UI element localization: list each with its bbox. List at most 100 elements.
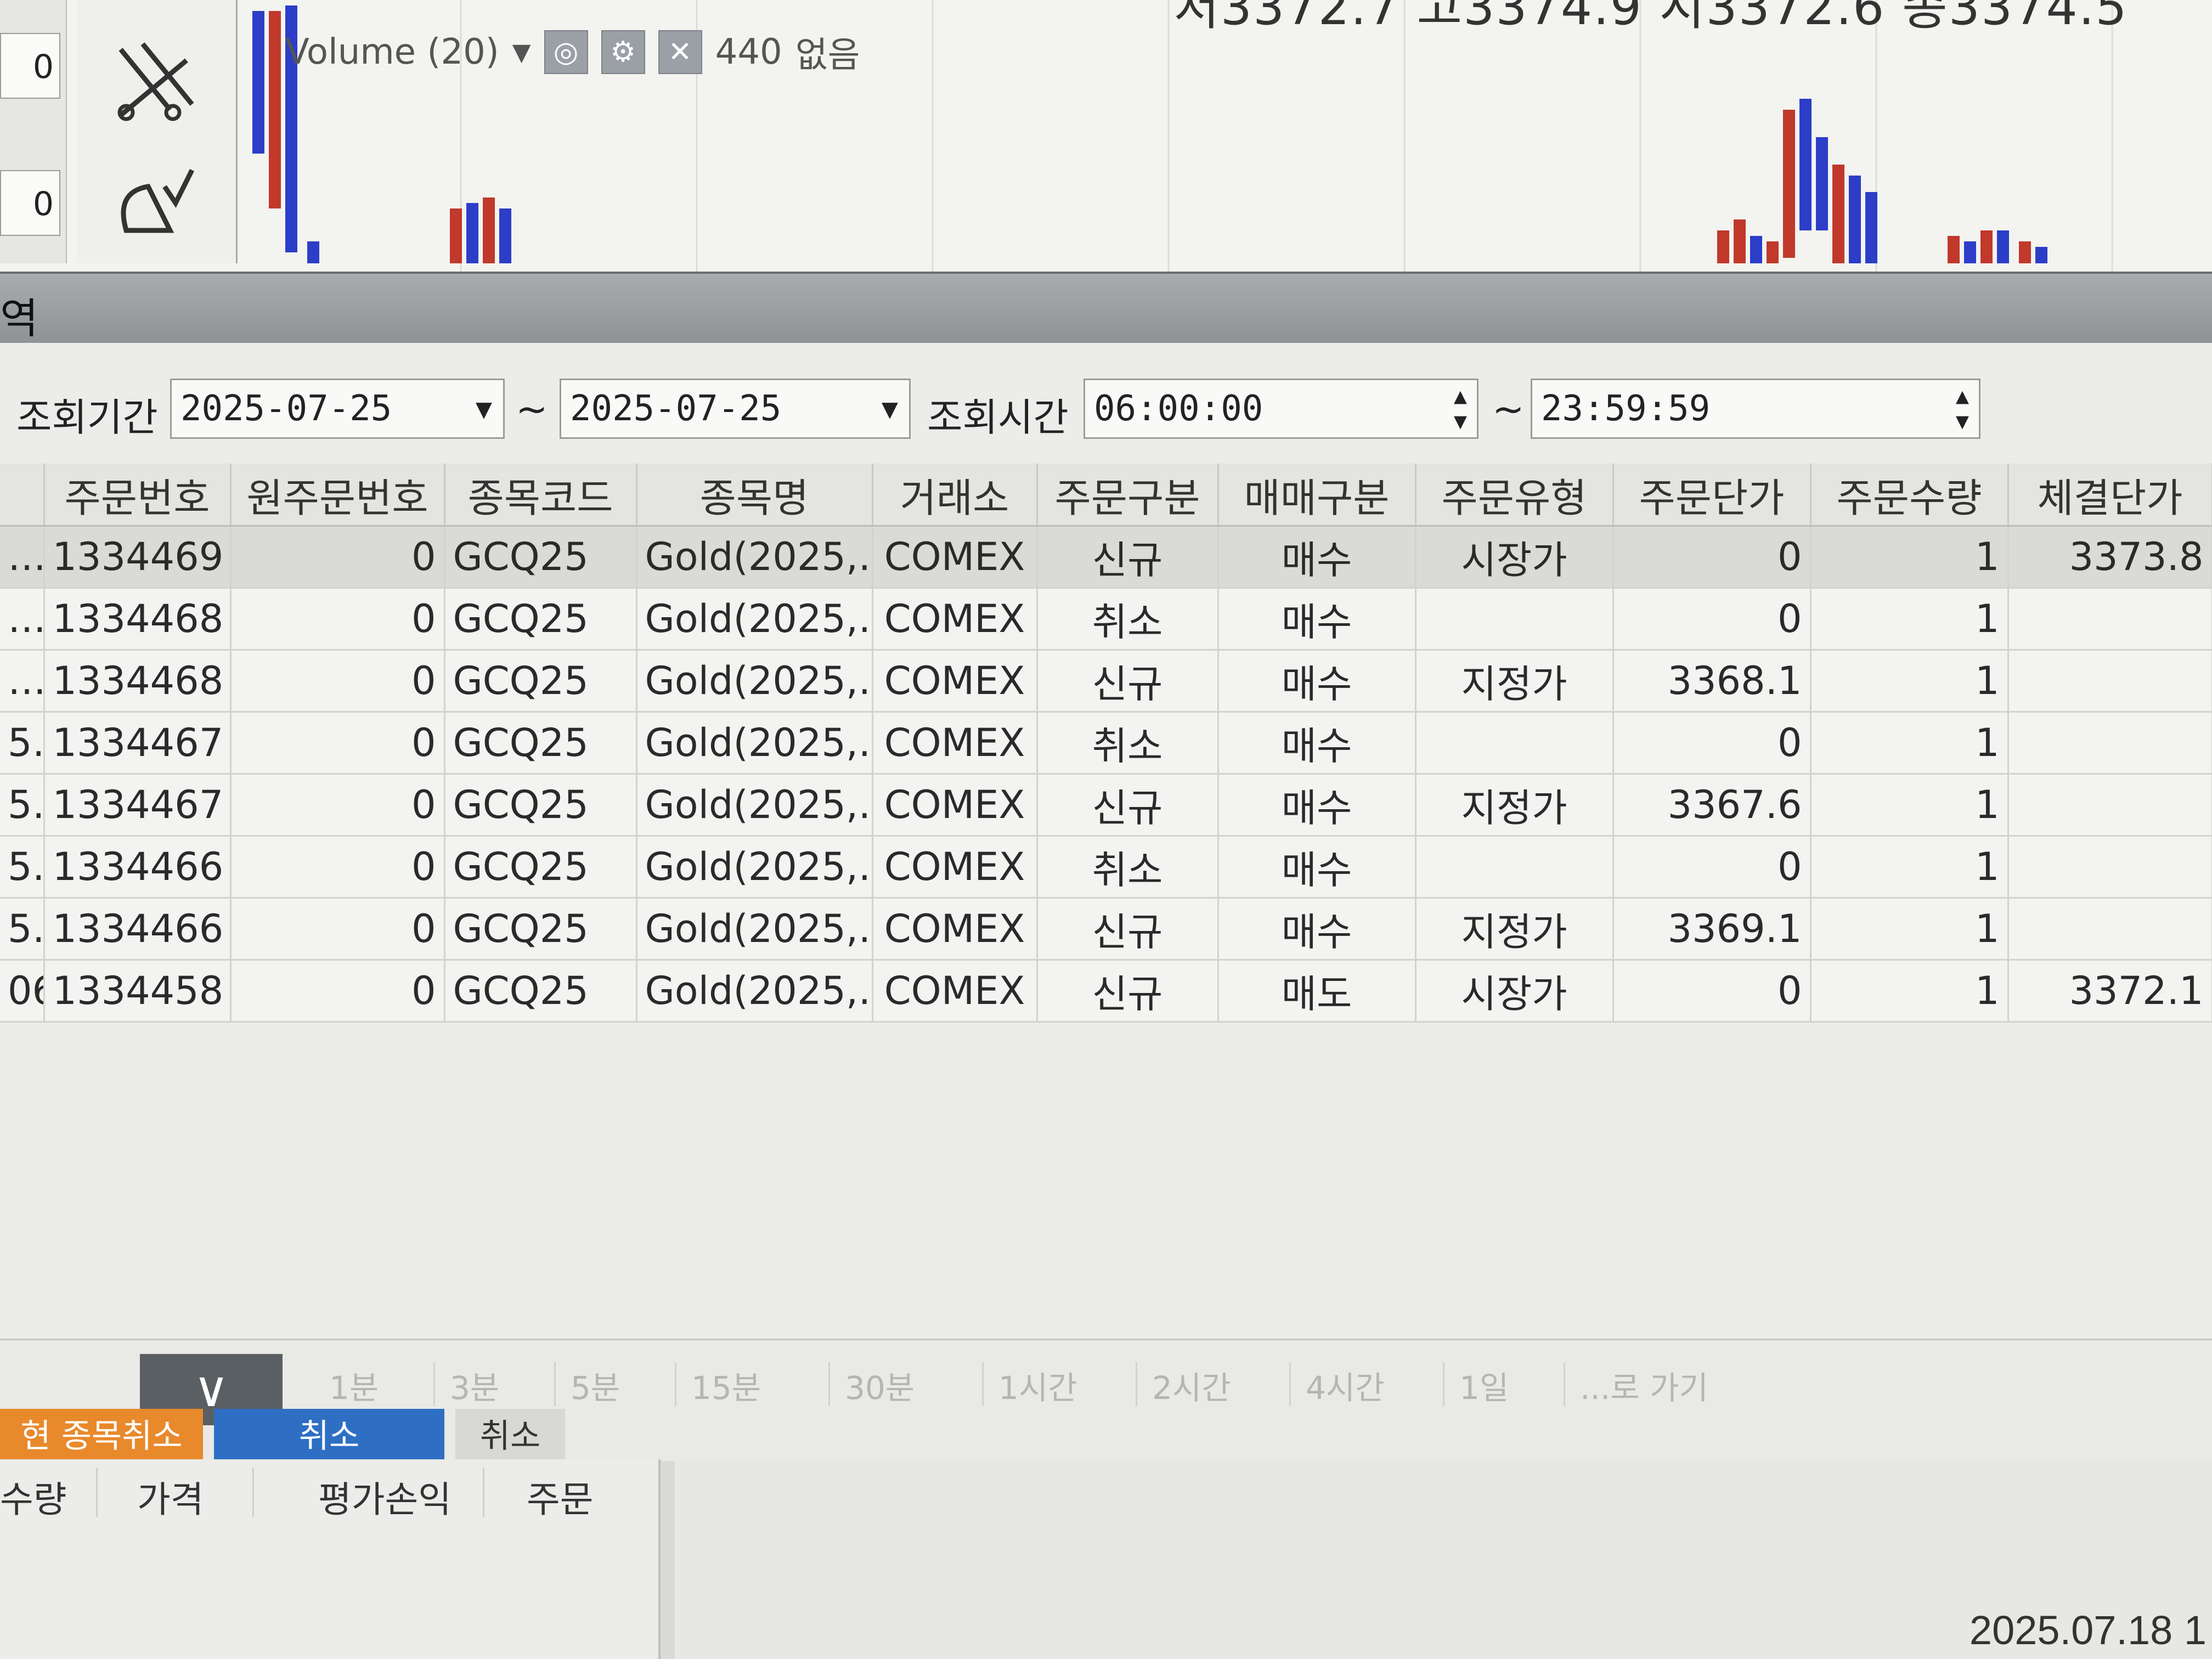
- cancel-all-button[interactable]: 취소: [214, 1409, 444, 1464]
- column-header[interactable]: 거래소: [872, 464, 1038, 527]
- candle-bar: [450, 208, 462, 263]
- position-column-header[interactable]: 가격: [137, 1470, 204, 1523]
- column-header[interactable]: 원주문번호: [230, 464, 445, 527]
- timeframe-item[interactable]: 1시간: [998, 1362, 1077, 1408]
- cell-side: 매수: [1218, 774, 1417, 837]
- cell-side: 매도: [1218, 960, 1417, 1023]
- timeframe-divider: [1289, 1362, 1291, 1406]
- date-to-value: 2025-07-25: [570, 388, 782, 429]
- candle-bar: [269, 11, 281, 208]
- time-from-field[interactable]: 06:00:00 ▲ ▼: [1084, 379, 1479, 439]
- table-row[interactable]: 06…13344580GCQ25Gold(2025,…COMEX신규매도시장가0…: [0, 960, 2212, 1023]
- column-header[interactable]: 주문번호: [44, 464, 232, 527]
- cell-qty: 1: [1810, 960, 2009, 1023]
- column-header[interactable]: 주문유형: [1415, 464, 1614, 527]
- cell-fill: [2008, 898, 2212, 961]
- position-column-header[interactable]: 수량: [0, 1470, 66, 1523]
- cell-code: GCQ25: [444, 960, 637, 1023]
- date-from-field[interactable]: 2025-07-25 ▼: [170, 379, 505, 439]
- caret-down-icon[interactable]: ▼: [512, 38, 531, 66]
- cell-lead: 06…: [0, 960, 45, 1023]
- column-header[interactable]: 종목코드: [444, 464, 637, 527]
- candle-bar: [483, 198, 495, 263]
- indicator-status: 없음: [795, 35, 860, 76]
- cell-code: GCQ25: [444, 712, 637, 775]
- table-row[interactable]: 5…13344660GCQ25Gold(2025,…COMEX신규매수지정가33…: [0, 898, 2212, 961]
- timeframe-item[interactable]: 1분: [329, 1362, 379, 1408]
- candlestick-plot[interactable]: Volume (20) ▼ ◎ ⚙ ✕ 440 없음 저3372.7 고3374…: [241, 0, 2212, 274]
- chevron-down-icon[interactable]: ▼: [882, 380, 898, 437]
- column-header[interactable]: 종목명: [636, 464, 873, 527]
- cell-qty: 1: [1810, 526, 2009, 589]
- cancel-current-button[interactable]: 현 종목취소: [0, 1409, 203, 1464]
- cell-kind: 취소: [1037, 836, 1219, 899]
- fork-line-tool-icon[interactable]: [110, 38, 198, 126]
- cell-type: 지정가: [1415, 774, 1614, 837]
- cell-order-no: 1334466: [44, 898, 232, 961]
- cell-kind: 취소: [1037, 588, 1219, 651]
- column-header[interactable]: 주문단가: [1613, 464, 1812, 527]
- timeframe-item[interactable]: 4시간: [1306, 1362, 1385, 1408]
- order-table: 주문번호 원주문번호 종목코드 종목명 거래소 주문구분 매매구분 주문유형 주…: [0, 464, 2212, 1023]
- table-row[interactable]: 5…13344670GCQ25Gold(2025,…COMEX신규매수지정가33…: [0, 774, 2212, 837]
- range-tilde: ~: [1492, 387, 1525, 432]
- timeframe-item[interactable]: 3분: [450, 1362, 499, 1408]
- cell-qty: 1: [1810, 712, 2009, 775]
- column-header[interactable]: 주문수량: [1810, 464, 2009, 527]
- timeframe-item[interactable]: 15분: [691, 1362, 761, 1408]
- system-clock: 2025.07.18 1: [1969, 1607, 2207, 1653]
- cell-side: 매수: [1218, 712, 1417, 775]
- table-row[interactable]: … 1334468 0 GCQ25 Gold(2025,… COMEX 취소 매수 0 1: [0, 588, 2212, 651]
- spinner-icon[interactable]: ▲ ▼: [1956, 383, 1969, 434]
- cell-orig-no: 0: [230, 712, 445, 775]
- indicator-label[interactable]: Volume (20): [285, 32, 499, 72]
- cell-type: 지정가: [1415, 898, 1614, 961]
- cell-orig-no: 0: [230, 898, 445, 961]
- cancel-other-button[interactable]: 취소: [455, 1409, 565, 1464]
- cell-order-no: 1334466: [44, 836, 232, 899]
- cell-lead: 5…: [0, 898, 45, 961]
- position-column-header[interactable]: 주문: [527, 1470, 593, 1523]
- spinner-icon[interactable]: ▲ ▼: [1454, 383, 1467, 434]
- cell-lead: 5…: [0, 712, 45, 775]
- column-header[interactable]: [0, 464, 45, 527]
- date-to-field[interactable]: 2025-07-25 ▼: [560, 379, 911, 439]
- timeframe-divider: [828, 1362, 830, 1406]
- candle-bar: [1964, 241, 1976, 263]
- chevron-down-icon[interactable]: ▼: [476, 380, 492, 437]
- arc-tool-icon[interactable]: [110, 154, 198, 241]
- close-icon[interactable]: ✕: [658, 30, 702, 74]
- candle-bar: [1997, 230, 2009, 263]
- panel-title-bar[interactable]: 역: [0, 272, 2212, 345]
- timeframe-item[interactable]: 30분: [845, 1362, 915, 1408]
- candle-bar: [466, 203, 478, 263]
- cell-name: Gold(2025,…: [636, 836, 873, 899]
- timeframe-item[interactable]: 1일: [1459, 1362, 1509, 1408]
- cell-orig-no: 0: [230, 960, 445, 1023]
- candle-bar: [1849, 176, 1861, 263]
- column-header[interactable]: 매매구분: [1218, 464, 1417, 527]
- column-header[interactable]: 주문구분: [1037, 464, 1219, 527]
- position-column-header[interactable]: 평가손익: [318, 1470, 452, 1523]
- gear-icon[interactable]: ⚙: [601, 30, 645, 74]
- table-row[interactable]: 5…13344670GCQ25Gold(2025,…COMEX취소매수01: [0, 712, 2212, 775]
- cell-fill: 3373.8: [2008, 526, 2212, 589]
- timeframe-item[interactable]: 5분: [571, 1362, 620, 1408]
- left-value-box[interactable]: 0: [0, 33, 60, 99]
- column-header[interactable]: 체결단가: [2008, 464, 2212, 527]
- table-row[interactable]: … 1334468 0 GCQ25 Gold(2025,… COMEX 신규 매수 지정가 336…: [0, 650, 2212, 713]
- cell-name: Gold(2025,…: [636, 898, 873, 961]
- table-row[interactable]: 5…13344660GCQ25Gold(2025,…COMEX취소매수01: [0, 836, 2212, 899]
- timeframe-item[interactable]: ...로 가기: [1580, 1362, 1708, 1408]
- table-row[interactable]: … 1334469 0 GCQ25 Gold(2025,… COMEX 신규 매수 시장가 0 1 3…: [0, 526, 2212, 589]
- settings-icon[interactable]: ◎: [544, 30, 588, 74]
- candle-bar: [307, 241, 319, 263]
- cell-orig-no: 0: [230, 650, 445, 713]
- cell-code: GCQ25: [444, 588, 637, 651]
- time-to-field[interactable]: 23:59:59 ▲ ▼: [1531, 379, 1980, 439]
- positions-panel: 수량 가격 평가손익 주문: [0, 1459, 661, 1659]
- column-divider: [96, 1468, 98, 1517]
- timeframe-item[interactable]: 2시간: [1152, 1362, 1231, 1408]
- cell-price: 0: [1613, 526, 1812, 589]
- left-value-box[interactable]: 0: [0, 170, 60, 236]
